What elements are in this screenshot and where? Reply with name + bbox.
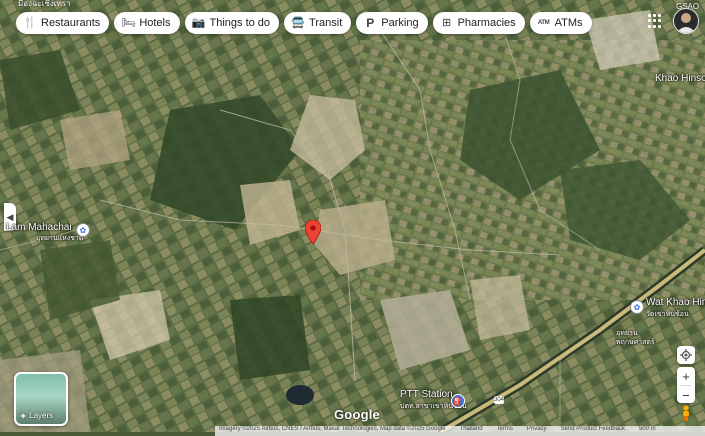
road-shield: 304 [494,396,505,404]
chip-transit[interactable]: 🚍 Transit [284,12,352,34]
chip-label: Pharmacies [457,17,516,29]
place-label-wat-thai: วัดเขาหินซ้อน [646,311,689,318]
landmark-icon[interactable]: ✿ [76,223,90,237]
place-label-garden-thai: อุทยาน พฤกษศาสตร์ [616,330,655,346]
attribution-bar: Imagery ©2025 Airbus, CNES / Airbus, Max… [215,426,705,436]
my-location-button[interactable] [677,346,695,364]
crosshair-icon [680,349,692,361]
chip-label: Restaurants [41,17,101,29]
chip-label: Hotels [139,17,171,29]
chip-hotels[interactable]: 🛏 Hotels [114,12,180,34]
satellite-imagery [0,0,705,432]
bed-icon: 🛏 [121,16,136,29]
gas-station-icon[interactable]: ⛽ [451,394,465,408]
chip-label: ATMs [554,17,583,29]
layers-button[interactable]: ◈ Layers [14,372,68,426]
chip-pharmacies[interactable]: ⊞ Pharmacies [432,12,525,34]
layers-stack-icon: ◈ [20,411,27,420]
avatar[interactable] [673,8,699,34]
minus-icon: − [682,387,690,403]
chip-label: Transit [309,17,343,29]
map-label-top-partial: มืองฉะเชิงเทรา [18,0,71,8]
chip-atms[interactable]: ATM ATMs [529,12,592,34]
chip-label: Parking [381,17,419,29]
zoom-out-button[interactable]: − [677,386,695,404]
plus-icon: + [682,368,690,384]
chevron-left-icon: ◀ [6,211,14,222]
place-label-lam-mahachai-thai: อุทยานแห่งชาติ [36,235,84,242]
pharmacy-icon: ⊞ [441,16,452,29]
google-logo: Google [334,407,380,422]
satellite-map[interactable] [0,0,705,432]
zoom-controls: + − [677,367,695,403]
fork-knife-icon: 🍴 [23,16,37,29]
privacy-link[interactable]: Privacy [527,426,547,436]
imagery-credit: Imagery ©2025 Airbus, CNES / Airbus, Max… [219,426,446,432]
place-label-khao-hinsorn[interactable]: Khao Hinsorn [655,73,705,84]
street-view-pegman-icon[interactable] [681,405,691,421]
place-label-ptt-station[interactable]: PTT Station [400,389,453,400]
apps-grid-icon[interactable] [648,14,662,28]
bus-icon: 🚍 [291,16,305,29]
camera-icon: 📷 [191,16,206,29]
chip-restaurants[interactable]: 🍴 Restaurants [16,12,110,34]
scale-label[interactable]: 500 m [639,426,656,436]
temple-icon[interactable]: ✿ [630,300,644,314]
parking-icon: P [366,16,375,30]
feedback-link[interactable]: Send Product Feedback [561,426,625,436]
zoom-in-button[interactable]: + [677,367,695,385]
place-label-wat-khao-hin[interactable]: Wat Khao Hin [646,297,705,308]
country-link[interactable]: Thailand [460,426,483,436]
atm-icon: ATM [537,20,550,26]
location-pin-icon[interactable] [305,220,321,244]
layers-caption: ◈ Layers [20,411,53,420]
terms-link[interactable]: Terms [497,426,513,436]
chip-things-to-do[interactable]: 📷 Things to do [184,12,280,34]
chip-label: Things to do [209,17,271,29]
user-silhouette-icon [676,13,696,33]
place-label-lam-mahachai[interactable]: Lam Mahachai [6,222,72,233]
category-chips: 🍴 Restaurants 🛏 Hotels 📷 Things to do 🚍 … [16,12,592,34]
layers-label: Layers [29,411,54,420]
chip-parking[interactable]: P Parking [356,12,428,34]
